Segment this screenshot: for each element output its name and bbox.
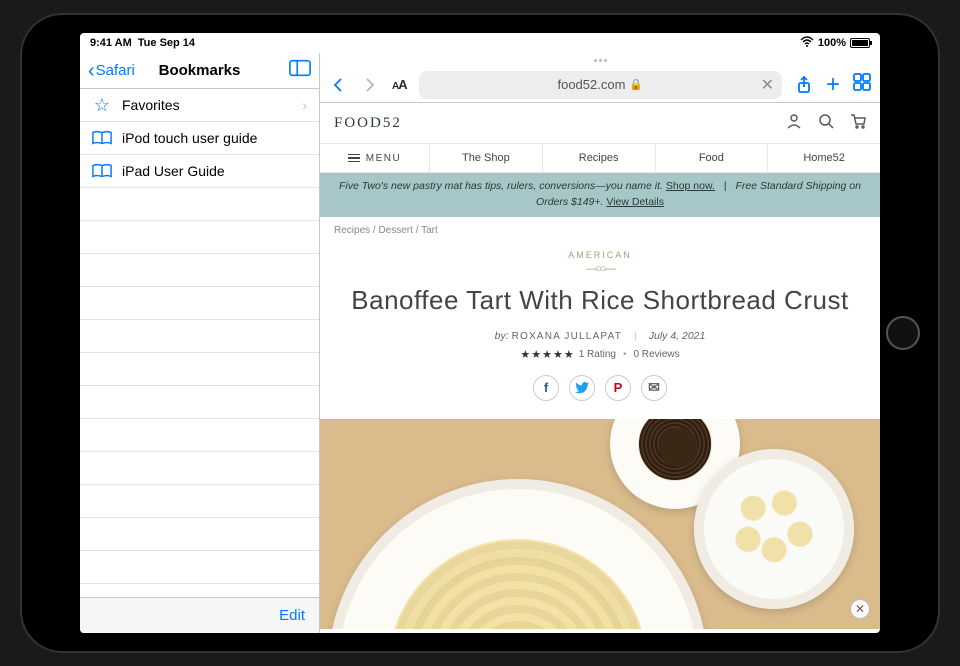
status-date: Tue Sep 14	[138, 37, 195, 49]
nav-back-button[interactable]	[328, 75, 348, 95]
empty-row	[80, 518, 319, 551]
empty-row	[80, 419, 319, 452]
empty-row	[80, 221, 319, 254]
empty-row	[80, 287, 319, 320]
battery-pct: 100%	[818, 37, 846, 49]
banner-text-a: Five Two's new pastry mat has tips, rule…	[339, 180, 663, 192]
publish-date: July 4, 2021	[649, 330, 706, 342]
share-pinterest-button[interactable]: P	[605, 375, 631, 401]
back-label: Safari	[96, 62, 135, 79]
home-button[interactable]	[886, 316, 920, 350]
nav-food[interactable]: Food	[656, 144, 769, 172]
author-link[interactable]: ROXANA JULLAPAT	[512, 331, 622, 342]
nav-menu-button[interactable]: MENU	[320, 144, 430, 172]
site-header: FOOD52	[320, 103, 880, 143]
status-time: 9:41 AM	[90, 37, 132, 49]
article-header: AMERICAN —○○— Banoffee Tart With Rice Sh…	[320, 244, 880, 419]
book-icon	[92, 130, 112, 146]
rating-row: ★★★★★ 1 Rating • 0 Reviews	[344, 348, 856, 361]
share-email-button[interactable]: ✉	[641, 375, 667, 401]
promo-banner: Five Two's new pastry mat has tips, rule…	[320, 173, 880, 217]
category-label[interactable]: AMERICAN	[344, 250, 856, 260]
sidebar-toggle-button[interactable]	[289, 59, 311, 82]
photo-plate-small	[694, 449, 854, 609]
search-icon[interactable]	[818, 113, 834, 134]
edit-button[interactable]: Edit	[279, 607, 305, 624]
empty-row	[80, 452, 319, 485]
cart-icon[interactable]	[850, 113, 866, 134]
address-bar[interactable]: food52.com 🔒 ✕	[419, 71, 782, 99]
stars-icon[interactable]: ★★★★★	[520, 348, 574, 361]
lock-icon: 🔒	[629, 78, 643, 91]
share-button[interactable]	[794, 75, 814, 95]
browser-toolbar: AA food52.com 🔒 ✕ +	[320, 67, 880, 103]
screen: 9:41 AM Tue Sep 14 100% ‹ Safari Bookmar…	[80, 33, 880, 633]
sidebar-header: ‹ Safari Bookmarks	[80, 53, 319, 89]
ornament-icon: —○○—	[344, 263, 856, 275]
sidebar-footer: Edit	[80, 597, 319, 633]
chevron-right-icon: ›	[302, 97, 307, 113]
nav-forward-button[interactable]	[360, 75, 380, 95]
by-label: by:	[495, 330, 509, 342]
site-nav: MENU The Shop Recipes Food Home52	[320, 143, 880, 173]
empty-row	[80, 254, 319, 287]
review-count[interactable]: 0 Reviews	[633, 349, 679, 360]
nav-home52[interactable]: Home52	[768, 144, 880, 172]
bookmark-label: iPad User Guide	[122, 163, 225, 179]
share-twitter-button[interactable]	[569, 375, 595, 401]
status-bar: 9:41 AM Tue Sep 14 100%	[80, 33, 880, 53]
bookmark-item[interactable]: iPad User Guide	[80, 155, 319, 188]
grab-handle[interactable]	[320, 53, 880, 67]
share-row: f P ✉	[344, 375, 856, 401]
bookmark-label: iPod touch user guide	[122, 130, 257, 146]
shop-now-link[interactable]: Shop now.	[666, 180, 715, 192]
star-icon: ☆	[92, 95, 112, 116]
account-icon[interactable]	[786, 113, 802, 134]
share-facebook-button[interactable]: f	[533, 375, 559, 401]
recipe-title: Banoffee Tart With Rice Shortbread Crust	[344, 285, 856, 316]
close-icon[interactable]: ✕	[850, 599, 870, 619]
byline: by: ROXANA JULLAPAT | July 4, 2021	[344, 330, 856, 342]
nav-recipes[interactable]: Recipes	[543, 144, 656, 172]
new-tab-button[interactable]: +	[826, 73, 840, 97]
view-details-link[interactable]: View Details	[606, 196, 664, 208]
bookmark-item[interactable]: iPod touch user guide	[80, 122, 319, 155]
empty-row	[80, 551, 319, 584]
stop-reload-button[interactable]: ✕	[761, 75, 774, 95]
bookmarks-sidebar: ‹ Safari Bookmarks ☆ Favorites ›	[80, 53, 320, 633]
favorites-row[interactable]: ☆ Favorites ›	[80, 89, 319, 122]
empty-row	[80, 353, 319, 386]
text-size-button[interactable]: AA	[392, 77, 407, 92]
site-logo[interactable]: FOOD52	[334, 115, 402, 132]
browser-pane: AA food52.com 🔒 ✕ +	[320, 53, 880, 633]
empty-row	[80, 188, 319, 221]
back-to-safari[interactable]: ‹ Safari	[88, 61, 135, 81]
empty-row	[80, 485, 319, 518]
tabs-overview-button[interactable]	[852, 72, 872, 97]
rating-count[interactable]: 1 Rating	[579, 349, 616, 360]
bookmarks-list: ☆ Favorites › iPod touch user guide	[80, 89, 319, 597]
book-icon	[92, 163, 112, 179]
nav-shop[interactable]: The Shop	[430, 144, 543, 172]
web-page[interactable]: FOOD52 MENU The Shop Recipe	[320, 103, 880, 633]
ipad-frame: 9:41 AM Tue Sep 14 100% ‹ Safari Bookmar…	[20, 13, 940, 653]
battery-icon	[850, 38, 870, 48]
wifi-icon	[800, 36, 814, 50]
recipe-photo: ✕	[320, 419, 880, 629]
breadcrumb[interactable]: Recipes / Dessert / Tart	[320, 217, 880, 244]
address-text: food52.com	[557, 77, 625, 92]
burger-icon	[348, 154, 360, 162]
sidebar-title: Bookmarks	[159, 62, 241, 79]
favorites-label: Favorites	[122, 97, 180, 113]
chevron-left-icon: ‹	[88, 61, 95, 81]
empty-row	[80, 320, 319, 353]
nav-menu-label: MENU	[366, 153, 401, 164]
empty-row	[80, 386, 319, 419]
